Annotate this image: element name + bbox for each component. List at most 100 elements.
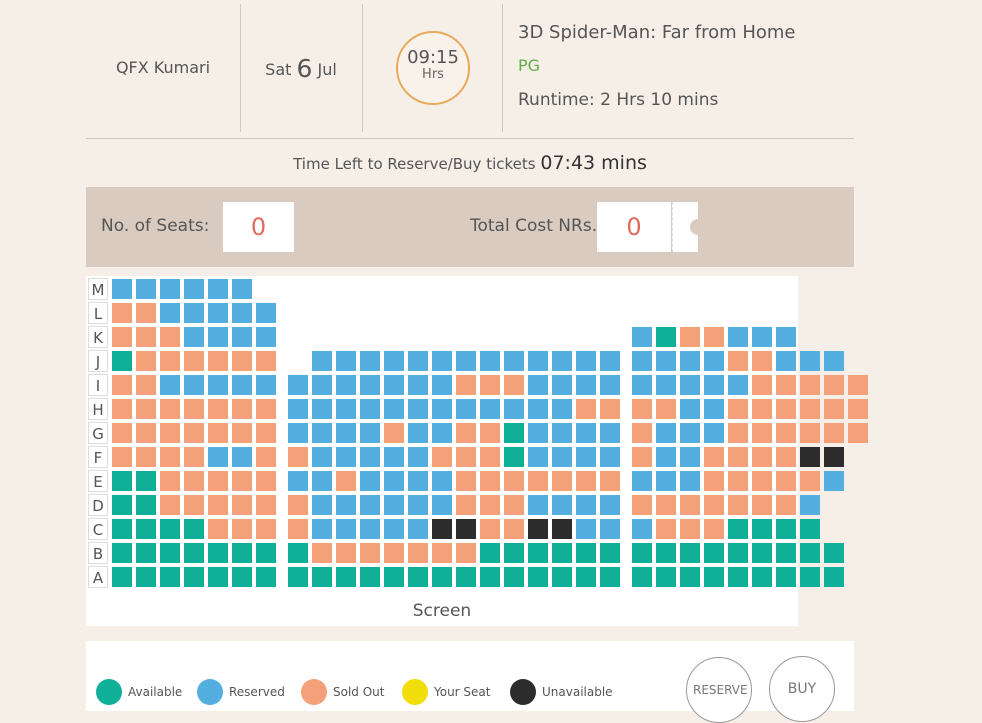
seat-m-6[interactable] xyxy=(232,279,252,299)
seat-e-9[interactable] xyxy=(312,471,332,491)
seat-d-25[interactable] xyxy=(704,495,724,515)
seat-h-15[interactable] xyxy=(456,399,476,419)
seat-g-25[interactable] xyxy=(704,423,724,443)
seat-h-8[interactable] xyxy=(288,399,308,419)
seat-i-12[interactable] xyxy=(384,375,404,395)
seat-h-16[interactable] xyxy=(480,399,500,419)
seat-c-8[interactable] xyxy=(288,519,308,539)
seat-d-29[interactable] xyxy=(800,495,820,515)
seat-e-21[interactable] xyxy=(600,471,620,491)
seat-e-20[interactable] xyxy=(576,471,596,491)
seat-c-3[interactable] xyxy=(160,519,180,539)
seat-l-6[interactable] xyxy=(232,303,252,323)
seat-i-31[interactable] xyxy=(848,375,868,395)
seat-d-14[interactable] xyxy=(432,495,452,515)
seat-k-25[interactable] xyxy=(704,327,724,347)
seat-b-15[interactable] xyxy=(456,543,476,563)
seat-d-12[interactable] xyxy=(384,495,404,515)
seat-c-6[interactable] xyxy=(232,519,252,539)
seat-b-2[interactable] xyxy=(136,543,156,563)
seat-b-17[interactable] xyxy=(504,543,524,563)
seat-b-28[interactable] xyxy=(776,543,796,563)
seat-k-7[interactable] xyxy=(256,327,276,347)
seat-e-26[interactable] xyxy=(728,471,748,491)
seat-l-5[interactable] xyxy=(208,303,228,323)
seat-a-17[interactable] xyxy=(504,567,524,587)
seat-f-19[interactable] xyxy=(552,447,572,467)
seat-l-7[interactable] xyxy=(256,303,276,323)
seat-f-4[interactable] xyxy=(184,447,204,467)
seat-h-29[interactable] xyxy=(800,399,820,419)
seat-j-26[interactable] xyxy=(728,351,748,371)
seat-k-5[interactable] xyxy=(208,327,228,347)
seat-b-22[interactable] xyxy=(632,543,652,563)
seat-g-14[interactable] xyxy=(432,423,452,443)
seat-f-30[interactable] xyxy=(824,447,844,467)
seat-i-30[interactable] xyxy=(824,375,844,395)
seat-c-7[interactable] xyxy=(256,519,276,539)
seat-c-16[interactable] xyxy=(480,519,500,539)
seat-g-5[interactable] xyxy=(208,423,228,443)
seat-b-29[interactable] xyxy=(800,543,820,563)
seat-g-29[interactable] xyxy=(800,423,820,443)
seat-a-20[interactable] xyxy=(576,567,596,587)
seat-i-17[interactable] xyxy=(504,375,524,395)
seat-f-24[interactable] xyxy=(680,447,700,467)
seat-f-9[interactable] xyxy=(312,447,332,467)
seat-e-16[interactable] xyxy=(480,471,500,491)
seat-l-3[interactable] xyxy=(160,303,180,323)
seat-a-7[interactable] xyxy=(256,567,276,587)
seat-e-8[interactable] xyxy=(288,471,308,491)
seat-a-3[interactable] xyxy=(160,567,180,587)
seat-a-6[interactable] xyxy=(232,567,252,587)
seat-g-23[interactable] xyxy=(656,423,676,443)
seat-f-25[interactable] xyxy=(704,447,724,467)
seat-j-3[interactable] xyxy=(160,351,180,371)
seat-h-18[interactable] xyxy=(528,399,548,419)
seat-f-15[interactable] xyxy=(456,447,476,467)
seat-c-2[interactable] xyxy=(136,519,156,539)
seat-b-20[interactable] xyxy=(576,543,596,563)
seat-c-24[interactable] xyxy=(680,519,700,539)
seat-h-13[interactable] xyxy=(408,399,428,419)
seat-a-11[interactable] xyxy=(360,567,380,587)
seat-e-30[interactable] xyxy=(824,471,844,491)
seat-f-5[interactable] xyxy=(208,447,228,467)
seat-g-8[interactable] xyxy=(288,423,308,443)
seat-h-3[interactable] xyxy=(160,399,180,419)
seat-b-14[interactable] xyxy=(432,543,452,563)
seat-g-31[interactable] xyxy=(848,423,868,443)
seat-a-15[interactable] xyxy=(456,567,476,587)
seat-i-26[interactable] xyxy=(728,375,748,395)
seat-g-15[interactable] xyxy=(456,423,476,443)
seat-c-23[interactable] xyxy=(656,519,676,539)
seat-c-10[interactable] xyxy=(336,519,356,539)
seat-f-10[interactable] xyxy=(336,447,356,467)
seat-h-12[interactable] xyxy=(384,399,404,419)
seat-f-20[interactable] xyxy=(576,447,596,467)
seat-c-1[interactable] xyxy=(112,519,132,539)
seat-j-30[interactable] xyxy=(824,351,844,371)
seat-j-21[interactable] xyxy=(600,351,620,371)
seat-d-27[interactable] xyxy=(752,495,772,515)
seat-c-5[interactable] xyxy=(208,519,228,539)
seat-c-25[interactable] xyxy=(704,519,724,539)
seat-c-19[interactable] xyxy=(552,519,572,539)
seat-g-24[interactable] xyxy=(680,423,700,443)
seat-c-9[interactable] xyxy=(312,519,332,539)
seat-k-3[interactable] xyxy=(160,327,180,347)
seat-h-19[interactable] xyxy=(552,399,572,419)
seat-i-23[interactable] xyxy=(656,375,676,395)
seat-h-24[interactable] xyxy=(680,399,700,419)
seat-e-10[interactable] xyxy=(336,471,356,491)
seat-a-27[interactable] xyxy=(752,567,772,587)
seat-a-23[interactable] xyxy=(656,567,676,587)
seat-g-30[interactable] xyxy=(824,423,844,443)
seat-a-10[interactable] xyxy=(336,567,356,587)
seat-i-3[interactable] xyxy=(160,375,180,395)
seat-i-21[interactable] xyxy=(600,375,620,395)
seat-h-25[interactable] xyxy=(704,399,724,419)
seat-a-26[interactable] xyxy=(728,567,748,587)
seat-f-3[interactable] xyxy=(160,447,180,467)
seat-e-12[interactable] xyxy=(384,471,404,491)
